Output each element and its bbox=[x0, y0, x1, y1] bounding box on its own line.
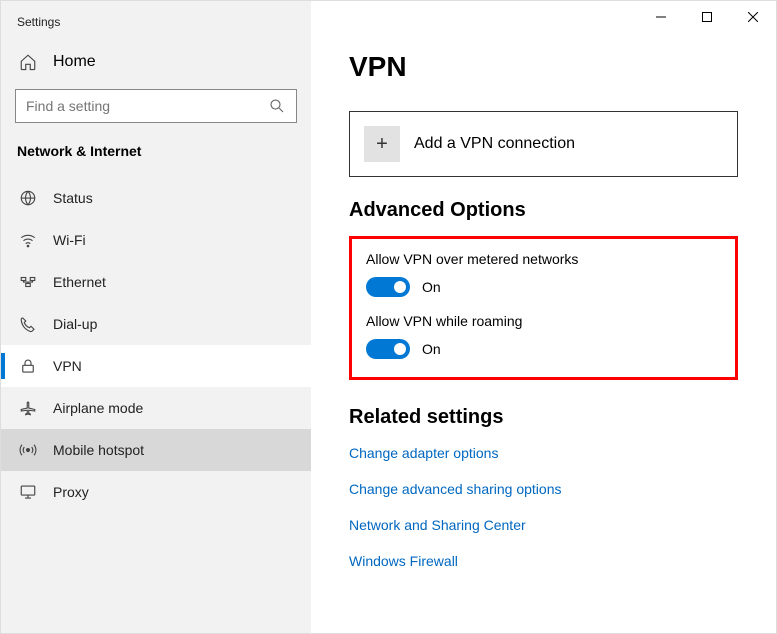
page-title: VPN bbox=[349, 51, 738, 83]
toggle-state: On bbox=[422, 279, 441, 295]
plus-icon: + bbox=[364, 126, 400, 162]
toggle-switch-roaming[interactable] bbox=[366, 339, 410, 359]
related-links: Change adapter options Change advanced s… bbox=[349, 445, 738, 569]
toggle-knob bbox=[394, 281, 406, 293]
toggle-row: On bbox=[366, 277, 721, 297]
wifi-icon bbox=[19, 231, 37, 249]
advanced-heading: Advanced Options bbox=[349, 199, 738, 222]
close-button[interactable] bbox=[730, 1, 776, 33]
nav-list: Status Wi-Fi Ethernet Dial-up VPN Airpla… bbox=[1, 177, 311, 513]
add-vpn-button[interactable]: + Add a VPN connection bbox=[349, 111, 738, 177]
link-sharing-options[interactable]: Change advanced sharing options bbox=[349, 481, 738, 497]
search-input[interactable] bbox=[26, 98, 268, 114]
sidebar-item-label: Dial-up bbox=[53, 316, 97, 332]
sidebar-item-dialup[interactable]: Dial-up bbox=[1, 303, 311, 345]
sidebar-item-label: Status bbox=[53, 190, 93, 206]
toggle-metered: Allow VPN over metered networks On bbox=[366, 251, 721, 297]
toggle-state: On bbox=[422, 341, 441, 357]
minimize-button[interactable] bbox=[638, 1, 684, 33]
toggle-label: Allow VPN over metered networks bbox=[366, 251, 721, 267]
maximize-button[interactable] bbox=[684, 1, 730, 33]
search-box[interactable] bbox=[15, 89, 297, 123]
window-controls bbox=[638, 1, 776, 33]
search-icon bbox=[268, 97, 286, 115]
main-panel: VPN + Add a VPN connection Advanced Opti… bbox=[311, 1, 776, 633]
section-label: Network & Internet bbox=[1, 137, 311, 177]
home-icon bbox=[19, 53, 37, 71]
toggle-switch-metered[interactable] bbox=[366, 277, 410, 297]
sidebar-item-proxy[interactable]: Proxy bbox=[1, 471, 311, 513]
sidebar-item-hotspot[interactable]: Mobile hotspot bbox=[1, 429, 311, 471]
link-network-center[interactable]: Network and Sharing Center bbox=[349, 517, 738, 533]
toggle-label: Allow VPN while roaming bbox=[366, 313, 721, 329]
sidebar-item-label: Proxy bbox=[53, 484, 89, 500]
sidebar-item-label: Airplane mode bbox=[53, 400, 143, 416]
dialup-icon bbox=[19, 315, 37, 333]
home-nav[interactable]: Home bbox=[1, 41, 311, 83]
toggle-roaming: Allow VPN while roaming On bbox=[366, 313, 721, 359]
window-title-row: Settings bbox=[1, 11, 311, 41]
sidebar-item-label: Mobile hotspot bbox=[53, 442, 144, 458]
window-title: Settings bbox=[17, 15, 60, 29]
link-firewall[interactable]: Windows Firewall bbox=[349, 553, 738, 569]
hotspot-icon bbox=[19, 441, 37, 459]
highlight-box: Allow VPN over metered networks On Allow… bbox=[349, 236, 738, 380]
add-vpn-label: Add a VPN connection bbox=[414, 135, 575, 153]
sidebar: Settings Home Network & Internet Status … bbox=[1, 1, 311, 633]
home-label: Home bbox=[53, 53, 96, 71]
status-icon bbox=[19, 189, 37, 207]
sidebar-item-airplane[interactable]: Airplane mode bbox=[1, 387, 311, 429]
vpn-icon bbox=[19, 357, 37, 375]
sidebar-item-vpn[interactable]: VPN bbox=[1, 345, 311, 387]
link-adapter-options[interactable]: Change adapter options bbox=[349, 445, 738, 461]
sidebar-item-label: Wi-Fi bbox=[53, 232, 86, 248]
related-heading: Related settings bbox=[349, 406, 738, 429]
sidebar-item-wifi[interactable]: Wi-Fi bbox=[1, 219, 311, 261]
airplane-icon bbox=[19, 399, 37, 417]
sidebar-item-label: Ethernet bbox=[53, 274, 106, 290]
proxy-icon bbox=[19, 483, 37, 501]
content: VPN + Add a VPN connection Advanced Opti… bbox=[311, 1, 776, 589]
toggle-knob bbox=[394, 343, 406, 355]
sidebar-item-status[interactable]: Status bbox=[1, 177, 311, 219]
sidebar-item-label: VPN bbox=[53, 358, 82, 374]
ethernet-icon bbox=[19, 273, 37, 291]
search-row bbox=[1, 83, 311, 137]
sidebar-item-ethernet[interactable]: Ethernet bbox=[1, 261, 311, 303]
toggle-row: On bbox=[366, 339, 721, 359]
